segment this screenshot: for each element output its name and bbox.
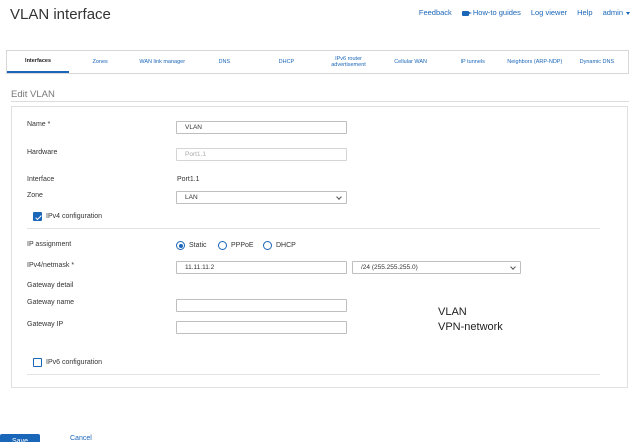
tab-ip-tunnels[interactable]: IP tunnels xyxy=(442,51,504,73)
cancel-button[interactable]: Cancel xyxy=(70,435,92,442)
interface-value: Port1.1 xyxy=(177,176,200,183)
zone-select[interactable]: LAN xyxy=(176,191,347,204)
user-name: admin xyxy=(602,8,623,17)
chevron-down-icon xyxy=(510,264,516,270)
zone-label: Zone xyxy=(27,192,43,199)
hardware-field: Port1.1 xyxy=(176,148,347,161)
tab-zones[interactable]: Zones xyxy=(69,51,131,73)
log-viewer-link[interactable]: Log viewer xyxy=(531,8,567,17)
ip-assignment-pppoe-radio[interactable] xyxy=(218,241,227,250)
interface-label: Interface xyxy=(27,176,55,183)
tab-dns[interactable]: DNS xyxy=(193,51,255,73)
help-link[interactable]: Help xyxy=(577,8,592,17)
section-title: Edit VLAN xyxy=(11,89,55,100)
feedback-link[interactable]: Feedback xyxy=(419,8,452,17)
ipv4-netmask-label: IPv4/netmask * xyxy=(27,262,75,269)
ip-assignment-static-label: Static xyxy=(189,242,207,249)
gateway-ip-label: Gateway IP xyxy=(27,321,64,328)
netmask-selected-value: /24 (255.255.255.0) xyxy=(361,264,418,271)
ipv4-address-input[interactable]: 11.11.11.2 xyxy=(176,261,347,274)
zone-selected-value: LAN xyxy=(185,194,198,201)
netmask-select[interactable]: /24 (255.255.255.0) xyxy=(352,261,521,274)
chevron-down-icon xyxy=(336,194,342,200)
how-to-guides-label: How-to guides xyxy=(472,8,521,17)
tab-bar: Interfaces Zones WAN link manager DNS DH… xyxy=(6,50,629,74)
gateway-detail-label: Gateway detail xyxy=(27,282,74,289)
ip-assignment-static-radio[interactable] xyxy=(176,241,185,250)
ipv6-configuration-label: IPv6 configuration xyxy=(46,359,103,366)
ipv4-divider xyxy=(27,228,600,229)
ipv4-configuration-label: IPv4 configuration xyxy=(46,213,103,220)
video-camera-icon xyxy=(461,10,472,16)
hardware-label: Hardware xyxy=(27,149,58,156)
ip-assignment-pppoe-label: PPPoE xyxy=(231,242,254,249)
gateway-name-label: Gateway name xyxy=(27,299,75,306)
ip-assignment-label: IP assignment xyxy=(27,241,72,248)
tab-dynamic-dns[interactable]: Dynamic DNS xyxy=(566,51,628,73)
tab-ipv6-router-advertisement[interactable]: IPv6 router advertisement xyxy=(317,51,379,73)
tab-neighbors[interactable]: Neighbors (ARP-NDP) xyxy=(504,51,566,73)
gateway-name-input[interactable] xyxy=(176,299,347,312)
ip-assignment-dhcp-radio[interactable] xyxy=(263,241,272,250)
ip-assignment-dhcp-label: DHCP xyxy=(276,242,296,249)
name-label: Name * xyxy=(27,121,51,128)
tab-dhcp[interactable]: DHCP xyxy=(255,51,317,73)
annotation-line-1: VLAN xyxy=(438,306,467,318)
tab-wan-link-manager[interactable]: WAN link manager xyxy=(131,51,193,73)
tab-cellular-wan[interactable]: Cellular WAN xyxy=(380,51,442,73)
page-title: VLAN interface xyxy=(10,6,111,23)
section-divider xyxy=(11,101,629,102)
name-input[interactable]: VLAN xyxy=(176,121,347,134)
save-button[interactable]: Save xyxy=(0,434,40,442)
ipv4-configuration-checkbox[interactable] xyxy=(33,212,42,221)
user-menu[interactable]: admin xyxy=(603,8,630,17)
ipv6-configuration-checkbox[interactable] xyxy=(33,358,42,367)
how-to-guides-link[interactable]: How-to guides xyxy=(461,8,521,17)
chevron-down-icon xyxy=(626,11,630,15)
gateway-ip-input[interactable] xyxy=(176,321,347,334)
edit-vlan-form: Name * VLAN Hardware Port1.1 Interface P… xyxy=(11,106,628,388)
top-navigation: Feedback How-to guides Log viewer Help a… xyxy=(419,8,630,17)
ipv6-divider xyxy=(27,374,600,375)
annotation-line-2: VPN-network xyxy=(438,321,503,333)
tab-interfaces[interactable]: Interfaces xyxy=(7,51,70,73)
